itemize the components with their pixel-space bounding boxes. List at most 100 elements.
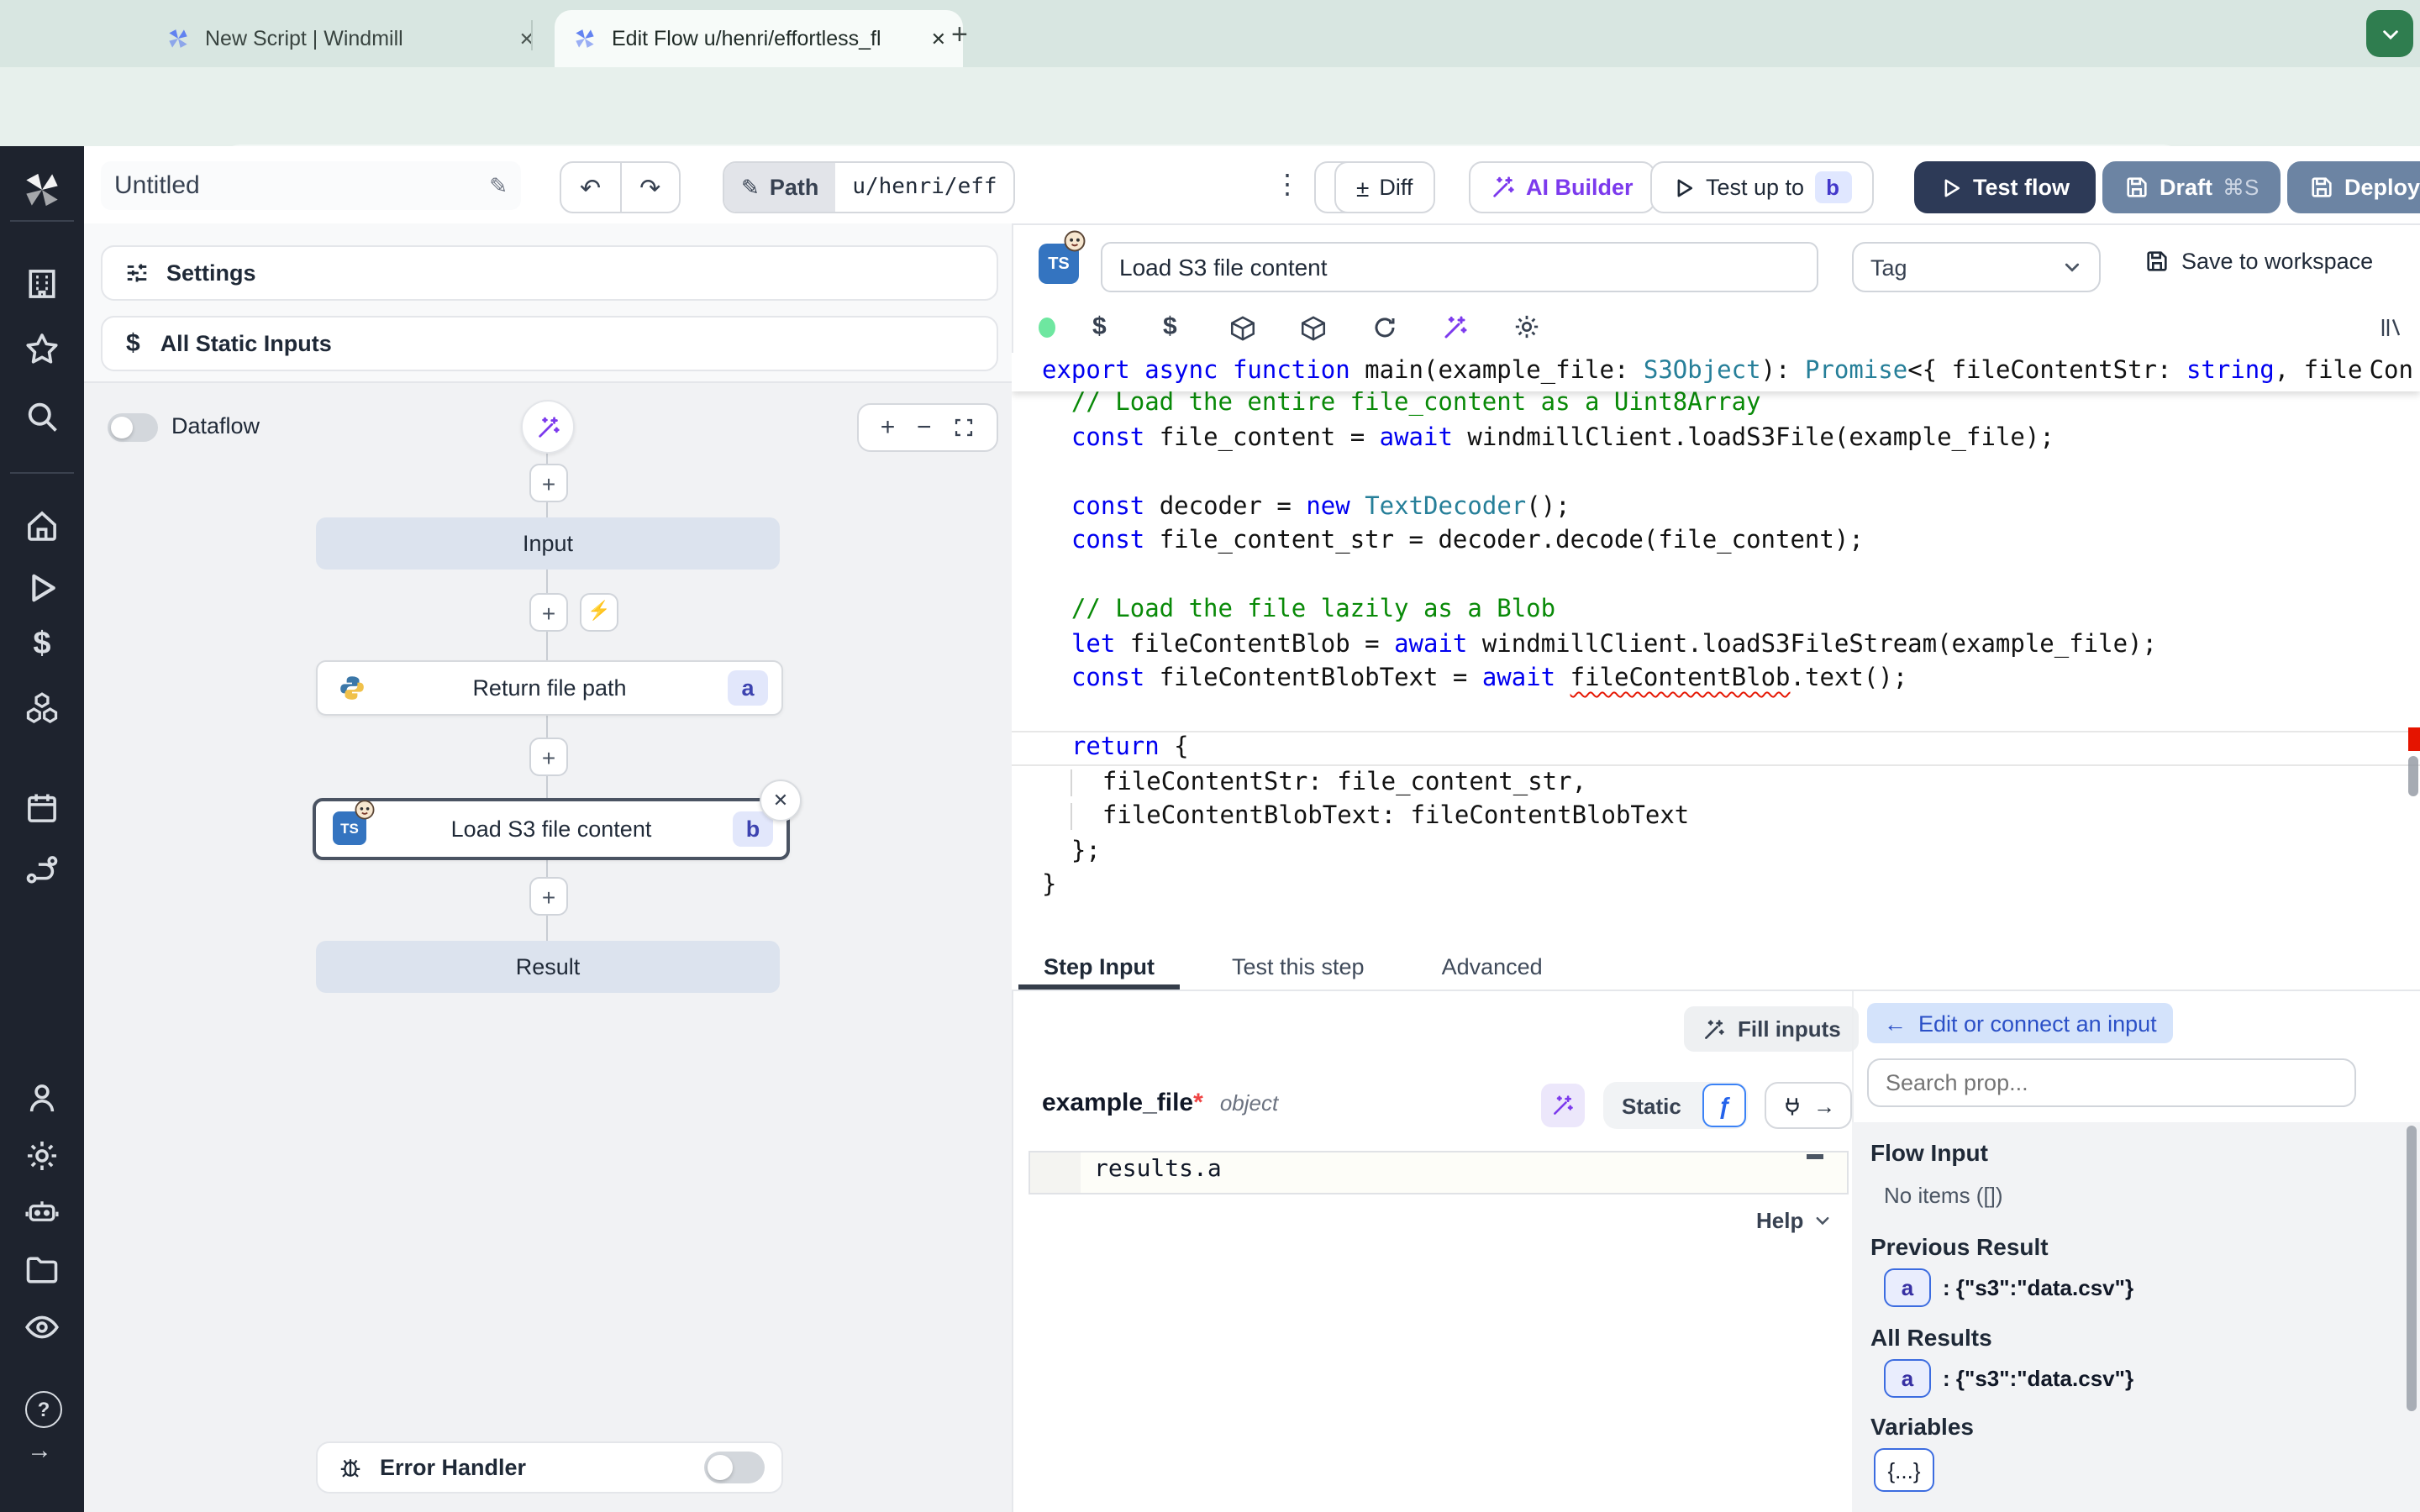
- tab-step-input[interactable]: Step Input: [1018, 942, 1180, 990]
- fit-view-icon[interactable]: [953, 417, 975, 438]
- deploy-button[interactable]: Deploy: [2287, 161, 2420, 213]
- edit-or-connect-button[interactable]: ← Edit or connect an input: [1867, 1003, 2174, 1043]
- arrow-left-icon: ←: [1884, 1011, 1907, 1036]
- step-node-a[interactable]: Return file path a: [316, 660, 783, 716]
- resources-icon[interactable]: [24, 690, 60, 727]
- editor-settings-icon[interactable]: [1512, 312, 1541, 341]
- diff-button[interactable]: ± Diff: [1334, 161, 1434, 213]
- test-up-to-button[interactable]: Test up to b: [1650, 161, 1873, 213]
- wand-icon: [1551, 1094, 1575, 1117]
- expression-editor[interactable]: results.a: [1028, 1151, 1849, 1194]
- home-icon[interactable]: [24, 507, 60, 544]
- result-chip[interactable]: a: [1884, 1268, 1931, 1307]
- graph-ai-button[interactable]: [521, 400, 575, 454]
- redo-button[interactable]: ↷: [621, 172, 679, 202]
- chevron-down-icon: [2379, 23, 2401, 45]
- javascript-mode-button[interactable]: ƒ: [1702, 1084, 1746, 1127]
- resources-picker-icon[interactable]: $: [1163, 312, 1177, 341]
- tab-search-button[interactable]: [2366, 10, 2413, 57]
- package-icon[interactable]: [1299, 314, 1328, 343]
- library-icon[interactable]: [2378, 314, 2405, 341]
- tab-close-icon[interactable]: ✕: [931, 28, 946, 50]
- browser-tab-inactive[interactable]: New Script | Windmill ✕: [148, 10, 551, 67]
- settings-gear-icon[interactable]: [24, 1137, 60, 1174]
- variables-icon[interactable]: $: [24, 627, 60, 664]
- ai-assist-icon[interactable]: [1442, 314, 1469, 341]
- dataflow-toggle[interactable]: [108, 413, 158, 442]
- search-icon[interactable]: [24, 398, 60, 435]
- step-title-input[interactable]: [1101, 242, 1818, 292]
- schedules-icon[interactable]: [24, 790, 60, 827]
- code-line: fileContentBlobText: fileContentBlobText: [1012, 800, 2420, 834]
- add-step-button[interactable]: +: [529, 877, 568, 916]
- result-node[interactable]: Result: [316, 941, 780, 993]
- edit-name-icon[interactable]: ✎: [489, 172, 508, 199]
- runs-icon[interactable]: [24, 570, 60, 606]
- save-to-workspace-button[interactable]: Save to workspace: [2144, 249, 2373, 274]
- browser-tab-active[interactable]: Edit Flow u/henri/effortless_fl ✕: [555, 10, 963, 67]
- help-icon[interactable]: ?: [25, 1391, 62, 1428]
- panel-scrollbar-thumb[interactable]: [2407, 1126, 2417, 1411]
- previous-result-header: Previous Result: [1870, 1233, 2049, 1260]
- tab-test-this-step[interactable]: Test this step: [1207, 942, 1390, 990]
- reset-icon[interactable]: [1371, 314, 1398, 341]
- step-node-b-selected[interactable]: TS Load S3 file content b: [313, 798, 790, 860]
- all-results-row[interactable]: a : {"s3":"data.csv"}: [1884, 1359, 2133, 1398]
- remove-step-button[interactable]: ✕: [760, 780, 802, 822]
- static-mode-label[interactable]: Static: [1622, 1093, 1681, 1118]
- tab-advanced[interactable]: Advanced: [1417, 942, 1568, 990]
- previous-result-row[interactable]: a : {"s3":"data.csv"}: [1884, 1268, 2133, 1307]
- favorites-icon[interactable]: [24, 331, 60, 368]
- input-node[interactable]: Input: [316, 517, 780, 570]
- draft-button[interactable]: Draft ⌘S: [2102, 161, 2281, 213]
- editor-scrollbar-thumb[interactable]: [2408, 756, 2418, 796]
- add-step-button[interactable]: +: [529, 738, 568, 776]
- add-step-button[interactable]: +: [529, 464, 568, 502]
- workers-icon[interactable]: [24, 1194, 60, 1231]
- path-group[interactable]: ✎ Path u/henri/eff: [723, 161, 1016, 213]
- result-chip[interactable]: a: [1884, 1359, 1931, 1398]
- users-icon[interactable]: [24, 1080, 60, 1117]
- add-trigger-button[interactable]: ⚡: [580, 593, 618, 632]
- code-editor[interactable]: // Load the entire file_content as a Uin…: [1012, 353, 2420, 942]
- ai-builder-button[interactable]: AI Builder: [1469, 161, 1655, 213]
- audit-logs-icon[interactable]: [24, 1309, 60, 1346]
- tab-label: Step Input: [1044, 953, 1155, 979]
- collapse-sidebar-icon[interactable]: →: [27, 1436, 52, 1465]
- search-prop-input[interactable]: [1867, 1058, 2356, 1107]
- tag-select[interactable]: Tag: [1852, 242, 2101, 292]
- zoom-in-button[interactable]: +: [881, 413, 896, 442]
- test-flow-button[interactable]: Test flow: [1914, 161, 2095, 213]
- variables-picker-icon[interactable]: $: [1092, 312, 1107, 341]
- undo-button[interactable]: ↶: [561, 172, 619, 202]
- settings-row[interactable]: Settings: [101, 245, 998, 301]
- routes-icon[interactable]: [24, 852, 60, 889]
- tab-title: New Script | Windmill: [205, 27, 519, 50]
- plus-icon: +: [542, 601, 555, 624]
- more-menu-icon[interactable]: ⋮: [1274, 168, 1301, 202]
- ai-fill-button[interactable]: [1541, 1084, 1585, 1127]
- error-handler-row[interactable]: Error Handler: [316, 1441, 783, 1494]
- workspace-icon[interactable]: [24, 265, 60, 302]
- all-static-inputs-row[interactable]: $ All Static Inputs: [101, 316, 998, 371]
- connect-input-button[interactable]: →: [1765, 1082, 1852, 1129]
- variables-chip[interactable]: {...}: [1874, 1448, 1934, 1492]
- windmill-logo[interactable]: [18, 166, 66, 213]
- draft-label: Draft: [2160, 175, 2212, 200]
- flow-name-box[interactable]: Untitled ✎: [101, 161, 521, 210]
- error-handler-toggle[interactable]: [704, 1452, 765, 1483]
- sticky-code-line: export async function main(example_file:…: [1012, 353, 2420, 391]
- step-tabs: Step Input Test this step Advanced: [1012, 942, 2420, 991]
- add-step-button[interactable]: +: [529, 593, 568, 632]
- zoom-out-button[interactable]: −: [917, 413, 932, 442]
- folders-icon[interactable]: [24, 1252, 60, 1289]
- expression-value: results.a: [1094, 1156, 1222, 1183]
- fill-inputs-button[interactable]: Fill inputs: [1684, 1006, 1860, 1052]
- new-tab-button[interactable]: +: [951, 18, 968, 52]
- connect-sections: Flow Input No items ([]) Previous Result…: [1852, 1122, 2420, 1512]
- package-icon[interactable]: [1228, 314, 1257, 343]
- variables-header: Variables: [1870, 1413, 1974, 1440]
- test-up-to-label: Test up to: [1706, 175, 1804, 200]
- save-icon: [2144, 249, 2170, 274]
- help-dropdown[interactable]: Help: [1756, 1208, 1832, 1233]
